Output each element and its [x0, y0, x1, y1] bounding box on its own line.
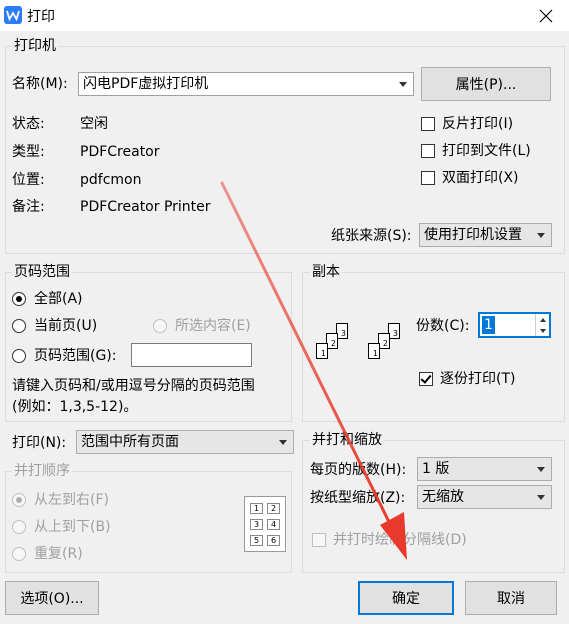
top-to-bottom-radio[interactable]: [12, 520, 26, 534]
chevron-down-icon: [537, 233, 545, 238]
title-bar: 打印: [0, 0, 569, 31]
order-preview: 1 2 3 4 5 6: [244, 496, 286, 552]
left-to-right-label: 从左到右(F): [34, 492, 109, 508]
printer-group-label: 打印机: [12, 38, 58, 54]
copies-count-stepper[interactable]: 1: [478, 312, 551, 338]
collate-stack-icon-2: 3 2 1: [368, 323, 408, 373]
page-range-hint-line2: (例如：1,3,5-12)。: [12, 399, 138, 415]
cancel-button[interactable]: 取消: [465, 581, 557, 615]
wps-writer-icon: [4, 6, 22, 24]
order-preview-cell: 4: [267, 519, 280, 530]
scale-to-paper-value: 无缩放: [422, 489, 464, 505]
page-numbers-radio[interactable]: [12, 349, 26, 363]
status-label: 状态:: [12, 116, 45, 132]
selection-label: 所选内容(E): [175, 318, 251, 334]
location-label: 位置:: [12, 172, 45, 188]
print-what-label: 打印(N):: [12, 435, 67, 451]
copies-count-label: 份数(C):: [416, 318, 470, 334]
print-what-value: 范围中所有页面: [81, 434, 179, 450]
page-1-icon: 1: [368, 343, 380, 359]
collate-label: 逐份打印(T): [440, 371, 516, 387]
order-preview-cell: 2: [267, 503, 280, 514]
chevron-down-icon: [539, 328, 546, 333]
repeat-radio[interactable]: [12, 547, 26, 561]
order-preview-cell: 1: [250, 503, 263, 514]
copies-decrement-button[interactable]: [535, 325, 549, 336]
reverse-print-checkbox[interactable]: [421, 117, 435, 131]
printer-name-value: 闪电PDF虚拟打印机: [83, 76, 209, 92]
chevron-up-icon: [539, 317, 546, 322]
pages-per-sheet-select[interactable]: 1 版: [417, 457, 552, 481]
print-to-file-label: 打印到文件(L): [442, 143, 531, 159]
top-to-bottom-label: 从上到下(B): [34, 519, 111, 535]
copies-group-label: 副本: [310, 264, 342, 280]
comment-value: PDFCreator Printer: [80, 199, 211, 215]
page-numbers-label: 页码范围(G):: [34, 348, 117, 364]
type-label: 类型:: [12, 144, 45, 160]
pages-per-sheet-label: 每页的版数(H):: [310, 462, 407, 478]
chevron-down-icon: [537, 495, 545, 500]
comment-label: 备注:: [12, 199, 45, 215]
options-button[interactable]: 选项(O)...: [5, 581, 99, 615]
print-what-select[interactable]: 范围中所有页面: [76, 430, 294, 454]
current-page-radio[interactable]: [12, 319, 26, 333]
order-preview-cell: 5: [250, 535, 263, 546]
paper-source-value: 使用打印机设置: [424, 227, 522, 243]
order-group-label: 并打顺序: [12, 463, 72, 479]
selection-radio[interactable]: [153, 319, 167, 333]
status-value: 空闲: [80, 116, 108, 132]
draw-borders-checkbox[interactable]: [312, 533, 326, 547]
page-numbers-input[interactable]: [131, 343, 252, 367]
copies-count-value: 1: [482, 316, 495, 334]
collate-stack-icon-1: 3 2 1: [316, 323, 356, 373]
zoom-group-label: 并打和缩放: [310, 432, 384, 448]
print-to-file-checkbox[interactable]: [421, 144, 435, 158]
draw-borders-label: 并打时绘制分隔线(D): [333, 532, 467, 548]
page-range-hint-line1: 请键入页码和/或用逗号分隔的页码范围: [12, 378, 255, 394]
order-preview-cell: 6: [267, 535, 280, 546]
printer-name-select[interactable]: 闪电PDF虚拟打印机: [78, 72, 414, 96]
type-value: PDFCreator: [80, 144, 160, 160]
paper-source-select[interactable]: 使用打印机设置: [419, 223, 552, 247]
chevron-down-icon: [279, 440, 287, 445]
pages-per-sheet-value: 1 版: [422, 461, 450, 477]
current-page-label: 当前页(U): [34, 318, 98, 334]
reverse-print-label: 反片打印(I): [442, 116, 514, 132]
copies-increment-button[interactable]: [535, 314, 549, 325]
location-value: pdfcmon: [80, 172, 142, 188]
chevron-down-icon: [399, 82, 407, 87]
page-range-all-radio[interactable]: [12, 292, 26, 306]
repeat-label: 重复(R): [34, 546, 83, 562]
duplex-print-checkbox[interactable]: [421, 171, 435, 185]
page-range-group-label: 页码范围: [12, 264, 72, 280]
printer-name-label: 名称(M):: [12, 76, 68, 92]
ok-button[interactable]: 确定: [358, 581, 454, 615]
close-button[interactable]: [526, 0, 566, 31]
chevron-down-icon: [537, 467, 545, 472]
duplex-print-label: 双面打印(X): [442, 170, 519, 186]
left-to-right-radio[interactable]: [12, 493, 26, 507]
scale-to-paper-label: 按纸型缩放(Z):: [310, 490, 406, 506]
page-1-icon: 1: [316, 343, 328, 359]
collate-checkbox[interactable]: [419, 372, 433, 386]
order-preview-cell: 3: [250, 519, 263, 530]
page-range-all-label: 全部(A): [34, 291, 83, 307]
scale-to-paper-select[interactable]: 无缩放: [417, 485, 552, 509]
close-icon: [539, 9, 553, 22]
properties-button[interactable]: 属性(P)...: [421, 67, 551, 101]
window-title: 打印: [27, 9, 55, 25]
paper-source-label: 纸张来源(S):: [331, 228, 412, 244]
